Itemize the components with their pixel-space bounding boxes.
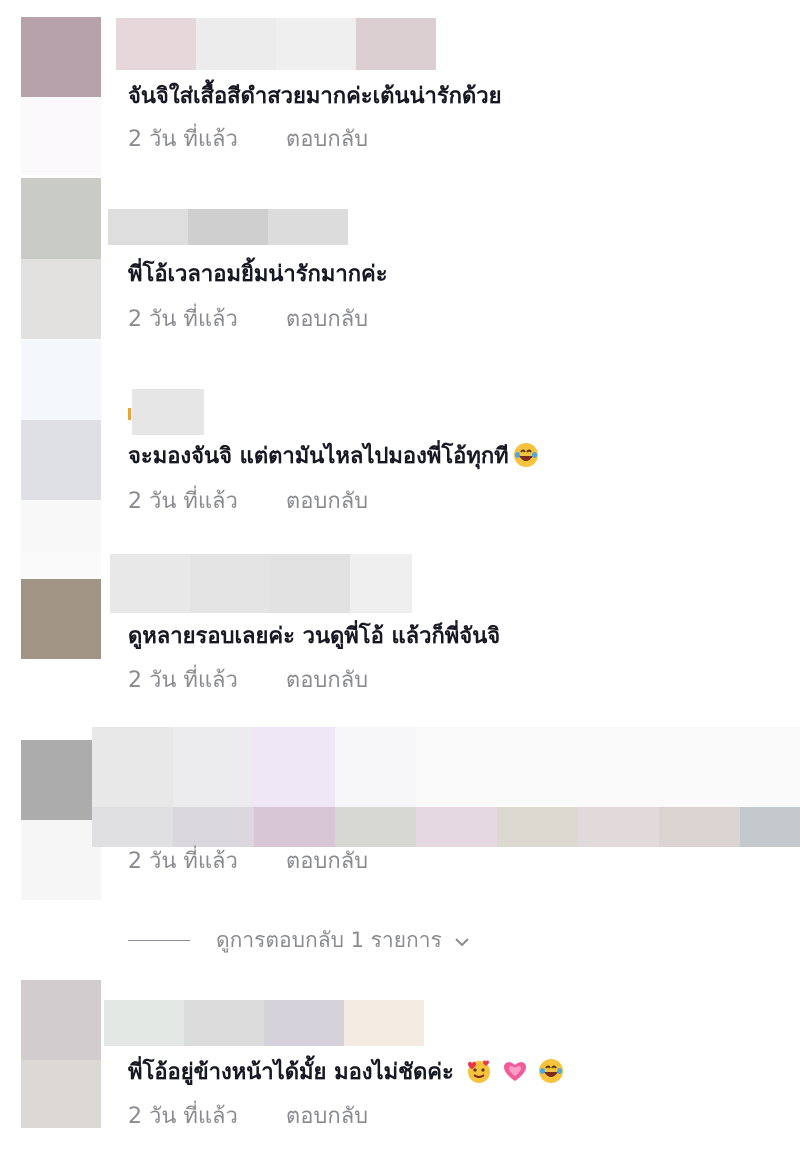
avatar-top bbox=[21, 178, 101, 259]
timestamp: 2 วัน ที่แล้ว bbox=[128, 849, 238, 874]
comment-item: 2 วัน ที่แล้ว ตอบกลับ bbox=[0, 725, 800, 905]
reply-button[interactable]: ตอบกลับ bbox=[286, 668, 368, 693]
reply-button[interactable]: ตอบกลับ bbox=[286, 307, 368, 332]
comment-text: พี่โอ้เวลาอมยิ้มน่ารักมากค่ะ bbox=[128, 262, 388, 287]
comment-text: จันจิใส่เสื้อสีดำสวยมากค่ะเต้นน่ารักด้วย bbox=[128, 84, 502, 109]
love-emoji-icon bbox=[466, 1058, 492, 1084]
timestamp: 2 วัน ที่แล้ว bbox=[128, 127, 238, 152]
username-blurred[interactable] bbox=[116, 18, 436, 70]
username-blurred[interactable] bbox=[104, 1000, 424, 1046]
comment-text: จะมองจันจิ แต่ตามันไหลไปมองพี่โอ้ทุกที bbox=[128, 442, 539, 472]
comment-blurred bbox=[92, 727, 800, 847]
avatar[interactable] bbox=[21, 178, 101, 339]
comment-meta: 2 วัน ที่แล้ว ตอบกลับ bbox=[128, 305, 368, 335]
divider-line bbox=[128, 939, 190, 941]
mosaic-row bbox=[92, 727, 800, 807]
username-blurred[interactable] bbox=[132, 389, 204, 435]
avatar[interactable] bbox=[21, 17, 101, 175]
comment-item: พี่โอ้เวลาอมยิ้มน่ารักมากค่ะ 2 วัน ที่แล… bbox=[0, 178, 800, 339]
reply-button[interactable]: ตอบกลับ bbox=[286, 127, 368, 152]
avatar-bottom bbox=[21, 259, 101, 339]
timestamp: 2 วัน ที่แล้ว bbox=[128, 307, 238, 332]
pink-heart-icon bbox=[502, 1058, 528, 1084]
avatar[interactable] bbox=[21, 340, 101, 578]
laugh-emoji-icon bbox=[538, 1058, 564, 1084]
timestamp: 2 วัน ที่แล้ว bbox=[128, 1104, 238, 1129]
avatar-bottom bbox=[21, 1060, 101, 1128]
avatar-top bbox=[21, 980, 101, 1060]
comment-meta: 2 วัน ที่แล้ว ตอบกลับ bbox=[128, 125, 368, 155]
avatar-mid bbox=[21, 420, 101, 500]
avatar-bottom bbox=[21, 579, 101, 659]
comment-text-body: จะมองจันจิ แต่ตามันไหลไปมองพี่โอ้ทุกที bbox=[128, 444, 509, 469]
comment-meta: 2 วัน ที่แล้ว ตอบกลับ bbox=[128, 847, 368, 877]
timestamp: 2 วัน ที่แล้ว bbox=[128, 668, 238, 693]
comment-text: พี่โอ้อยู่ข้างหน้าได้มั้ย มองไม่ชัดค่ะ bbox=[128, 1058, 564, 1088]
reply-button[interactable]: ตอบกลับ bbox=[286, 489, 368, 514]
comment-meta: 2 วัน ที่แล้ว ตอบกลับ bbox=[128, 666, 368, 696]
avatar-top bbox=[21, 340, 101, 420]
comment-item: พี่โอ้อยู่ข้างหน้าได้มั้ย มองไม่ชัดค่ะ 2… bbox=[0, 980, 800, 1169]
chevron-down-icon bbox=[454, 925, 470, 955]
comment-item: ดูหลายรอบเลยค่ะ วนดูพี่โอ้ แล้วก็พี่จันจ… bbox=[0, 552, 800, 732]
comment-meta: 2 วัน ที่แล้ว ตอบกลับ bbox=[128, 487, 368, 517]
avatar-top bbox=[21, 552, 101, 579]
comment-meta: 2 วัน ที่แล้ว ตอบกลับ bbox=[128, 1102, 368, 1132]
view-replies-label: ดูการตอบกลับ 1 รายการ bbox=[216, 928, 442, 952]
avatar[interactable] bbox=[21, 552, 101, 659]
username-blurred[interactable] bbox=[108, 209, 348, 245]
avatar[interactable] bbox=[21, 980, 101, 1128]
mosaic-row bbox=[92, 807, 800, 847]
laugh-emoji-icon bbox=[513, 442, 539, 468]
badge-mark bbox=[128, 408, 131, 420]
avatar-bottom bbox=[21, 97, 101, 175]
comment-text-body: พี่โอ้อยู่ข้างหน้าได้มั้ย มองไม่ชัดค่ะ bbox=[128, 1060, 454, 1085]
avatar[interactable] bbox=[21, 740, 101, 900]
avatar-top bbox=[21, 740, 101, 820]
comment-item: จะมองจันจิ แต่ตามันไหลไปมองพี่โอ้ทุกที 2… bbox=[0, 340, 800, 578]
comment-text: ดูหลายรอบเลยค่ะ วนดูพี่โอ้ แล้วก็พี่จันจ… bbox=[128, 624, 501, 649]
reply-button[interactable]: ตอบกลับ bbox=[286, 1104, 368, 1129]
view-replies-button[interactable]: ดูการตอบกลับ 1 รายการ bbox=[128, 925, 470, 955]
username-blurred[interactable] bbox=[110, 554, 412, 613]
avatar-top bbox=[21, 17, 101, 97]
timestamp: 2 วัน ที่แล้ว bbox=[128, 489, 238, 514]
comment-item: จันจิใส่เสื้อสีดำสวยมากค่ะเต้นน่ารักด้วย… bbox=[0, 0, 800, 180]
avatar-bottom bbox=[21, 820, 101, 900]
reply-button[interactable]: ตอบกลับ bbox=[286, 849, 368, 874]
